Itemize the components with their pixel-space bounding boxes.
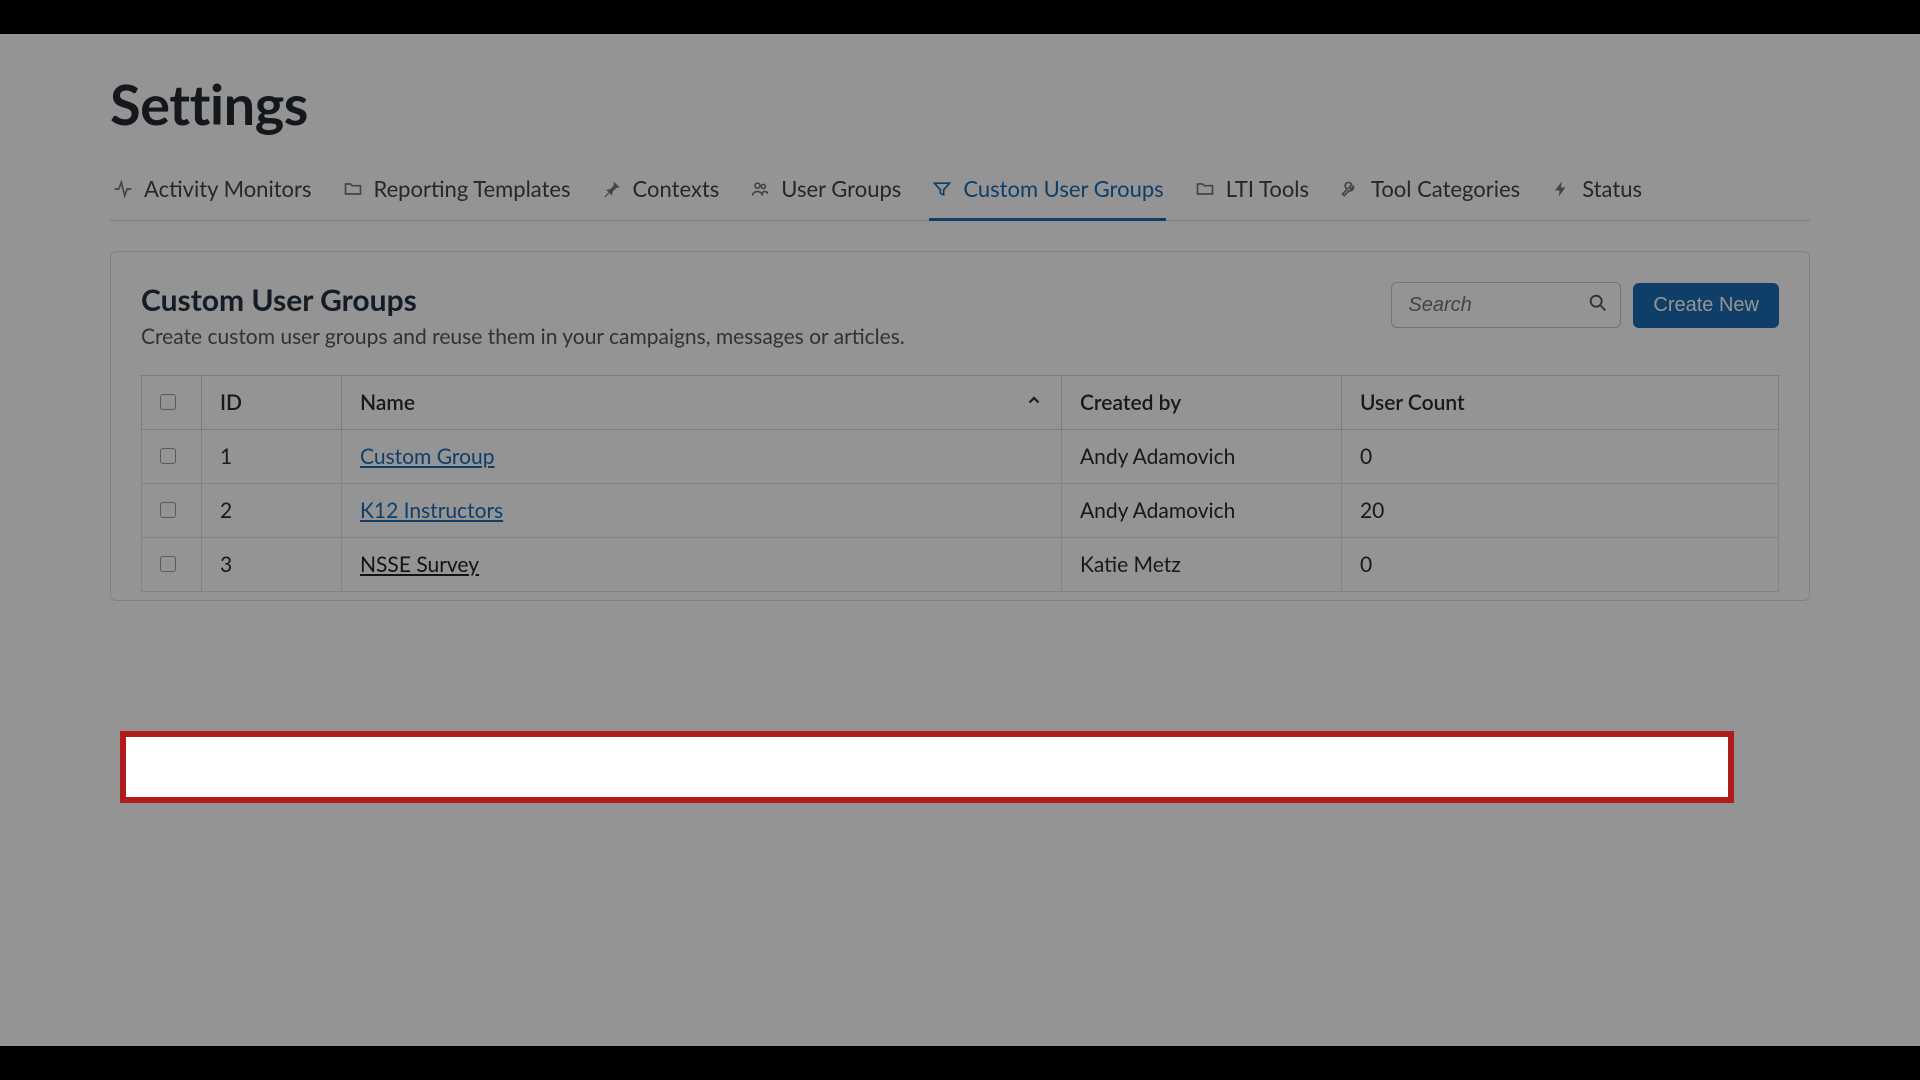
- panel-subtitle: Create custom user groups and reuse them…: [141, 324, 905, 349]
- checkbox-icon: [160, 394, 176, 410]
- header-user-count[interactable]: User Count: [1342, 376, 1779, 430]
- folder-icon: [1194, 178, 1216, 200]
- header-id[interactable]: ID: [202, 376, 342, 430]
- tab-label: Contexts: [633, 175, 720, 202]
- panel-custom-user-groups: Custom User Groups Create custom user gr…: [110, 251, 1810, 601]
- row-checkbox-cell[interactable]: [142, 484, 202, 538]
- tab-label: Status: [1582, 175, 1642, 202]
- table-row: 1 Custom Group Andy Adamovich 0: [142, 430, 1779, 484]
- table-row: 2 K12 Instructors Andy Adamovich 20: [142, 484, 1779, 538]
- group-link[interactable]: Custom Group: [360, 444, 494, 469]
- tab-activity-monitors[interactable]: Activity Monitors: [110, 167, 314, 221]
- row-checkbox-cell[interactable]: [142, 538, 202, 592]
- tab-reporting-templates[interactable]: Reporting Templates: [340, 167, 573, 221]
- chevron-up-icon: [1025, 390, 1043, 415]
- tab-label: User Groups: [781, 175, 901, 202]
- header-name[interactable]: Name: [342, 376, 1062, 430]
- checkbox-icon: [160, 502, 176, 518]
- wrench-icon: [1339, 178, 1361, 200]
- row-id: 1: [202, 430, 342, 484]
- tab-label: Custom User Groups: [963, 175, 1163, 202]
- row-created-by: Andy Adamovich: [1062, 484, 1342, 538]
- user-groups-table: ID Name Created by User Count: [141, 375, 1779, 592]
- group-link[interactable]: K12 Instructors: [360, 498, 503, 523]
- group-link[interactable]: NSSE Survey: [360, 552, 479, 577]
- tabs-bar: Activity Monitors Reporting Templates Co…: [110, 167, 1810, 221]
- row-created-by: Katie Metz: [1062, 538, 1342, 592]
- header-name-label: Name: [360, 390, 415, 415]
- panel-title: Custom User Groups: [141, 282, 905, 318]
- users-icon: [749, 178, 771, 200]
- tab-tool-categories[interactable]: Tool Categories: [1337, 167, 1522, 221]
- bolt-icon: [1550, 178, 1572, 200]
- tab-contexts[interactable]: Contexts: [599, 167, 722, 221]
- checkbox-icon: [160, 448, 176, 464]
- tab-user-groups[interactable]: User Groups: [747, 167, 903, 221]
- create-new-button[interactable]: Create New: [1633, 283, 1779, 328]
- tab-lti-tools[interactable]: LTI Tools: [1192, 167, 1311, 221]
- row-user-count: 20: [1342, 484, 1779, 538]
- row-checkbox-cell[interactable]: [142, 430, 202, 484]
- header-select-all[interactable]: [142, 376, 202, 430]
- tab-label: Reporting Templates: [374, 175, 571, 202]
- row-id: 3: [202, 538, 342, 592]
- tab-label: Activity Monitors: [144, 175, 312, 202]
- tab-label: Tool Categories: [1371, 175, 1520, 202]
- row-id: 2: [202, 484, 342, 538]
- tab-label: LTI Tools: [1226, 175, 1309, 202]
- tab-custom-user-groups[interactable]: Custom User Groups: [929, 167, 1165, 221]
- tab-status[interactable]: Status: [1548, 167, 1644, 221]
- pin-icon: [601, 178, 623, 200]
- filter-icon: [931, 178, 953, 200]
- activity-icon: [112, 178, 134, 200]
- row-user-count: 0: [1342, 430, 1779, 484]
- search-icon: [1587, 292, 1609, 318]
- row-user-count: 0: [1342, 538, 1779, 592]
- checkbox-icon: [160, 556, 176, 572]
- table-row: 3 NSSE Survey Katie Metz 0: [142, 538, 1779, 592]
- page-title: Settings: [110, 70, 1810, 137]
- row-created-by: Andy Adamovich: [1062, 430, 1342, 484]
- folder-icon: [342, 178, 364, 200]
- header-created-by[interactable]: Created by: [1062, 376, 1342, 430]
